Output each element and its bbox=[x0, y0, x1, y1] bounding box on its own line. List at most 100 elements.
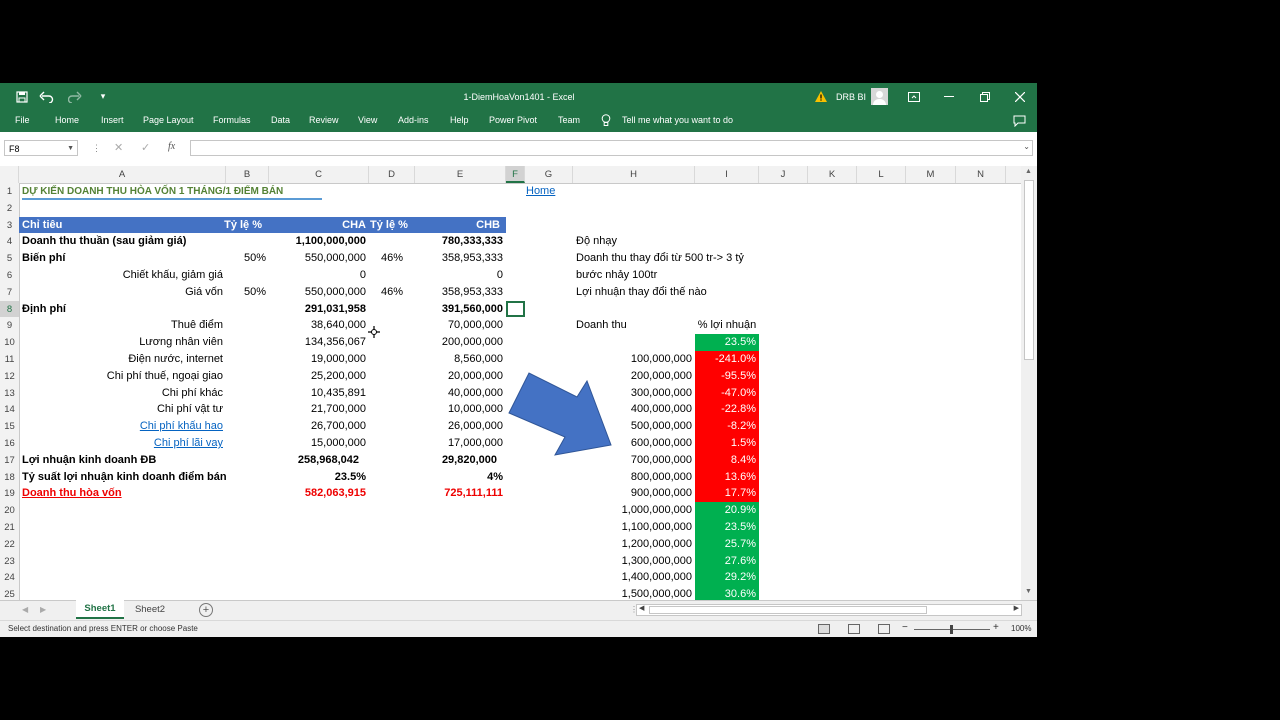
page-break-view-icon[interactable] bbox=[878, 624, 890, 634]
zoom-out-icon[interactable]: − bbox=[902, 622, 908, 633]
column-header[interactable]: K bbox=[808, 166, 857, 183]
tab-data[interactable]: Data bbox=[271, 110, 290, 132]
sens-revenue[interactable] bbox=[573, 334, 695, 351]
tab-add-ins[interactable]: Add-ins bbox=[398, 110, 429, 132]
user-name[interactable]: DRB BI bbox=[834, 83, 868, 110]
undo-icon[interactable] bbox=[36, 83, 58, 110]
arrow-shape[interactable] bbox=[507, 371, 617, 457]
row-header[interactable]: 9 bbox=[0, 317, 19, 334]
row-header[interactable]: 20 bbox=[0, 502, 19, 519]
row-header[interactable]: 17 bbox=[0, 452, 19, 469]
redo-icon[interactable] bbox=[66, 83, 84, 110]
column-header[interactable]: G bbox=[525, 166, 573, 183]
label-doanh-thu-hoa-von[interactable]: Doanh thu hòa vốn bbox=[22, 485, 222, 502]
value-cha[interactable]: 258,968,042 bbox=[269, 452, 362, 469]
row-header[interactable]: 7 bbox=[0, 284, 19, 301]
warning-icon[interactable] bbox=[814, 83, 828, 110]
sens-revenue[interactable]: 1,200,000,000 bbox=[573, 536, 695, 553]
value-cha[interactable]: 291,031,958 bbox=[269, 301, 369, 318]
select-all-corner[interactable] bbox=[0, 166, 19, 183]
value-cha[interactable]: 19,000,000 bbox=[269, 351, 369, 368]
tab-insert[interactable]: Insert bbox=[101, 110, 124, 132]
column-header[interactable]: M bbox=[906, 166, 956, 183]
value-chb[interactable]: 8,560,000 bbox=[415, 351, 506, 368]
label-dien-nuoc[interactable]: Điện nước, internet bbox=[19, 351, 226, 368]
value-chb[interactable]: 200,000,000 bbox=[415, 334, 506, 351]
minimize-icon[interactable] bbox=[938, 83, 960, 110]
sheet-title[interactable]: DỰ KIẾN DOANH THU HÒA VỐN 1 THÁNG/1 ĐIỂM… bbox=[22, 183, 322, 200]
label-dinh-phi[interactable]: Định phí bbox=[22, 301, 222, 318]
customize-toolbar-icon[interactable]: ▾ bbox=[96, 83, 110, 110]
tab-home[interactable]: Home bbox=[55, 110, 79, 132]
label-thue-ngoai-giao[interactable]: Chi phí thuế, ngoại giao bbox=[19, 368, 226, 385]
column-header[interactable]: C bbox=[269, 166, 369, 183]
formula-input[interactable]: ⌄ bbox=[190, 140, 1033, 156]
chevron-down-icon[interactable]: ▼ bbox=[67, 141, 74, 157]
value-chb[interactable]: 10,000,000 bbox=[415, 401, 506, 418]
lightbulb-icon[interactable] bbox=[601, 114, 611, 128]
value-cha[interactable]: 0 bbox=[269, 267, 369, 284]
value-chb[interactable]: 358,953,333 bbox=[415, 250, 506, 267]
add-sheet-icon[interactable]: + bbox=[199, 603, 213, 617]
sens-profit[interactable]: -8.2% bbox=[695, 418, 759, 435]
value-chb[interactable]: 0 bbox=[415, 267, 506, 284]
restore-icon[interactable] bbox=[974, 83, 996, 110]
row-header[interactable]: 5 bbox=[0, 250, 19, 267]
sens-revenue[interactable]: 100,000,000 bbox=[573, 351, 695, 368]
home-link[interactable]: Home bbox=[526, 183, 574, 200]
sens-profit[interactable]: 17.7% bbox=[695, 485, 759, 503]
value-chb[interactable]: 17,000,000 bbox=[415, 435, 506, 452]
sens-profit[interactable]: -47.0% bbox=[695, 384, 759, 402]
row-header[interactable]: 10 bbox=[0, 334, 19, 351]
value-chb[interactable]: 725,111,111 bbox=[415, 485, 506, 502]
column-header-selected[interactable]: F bbox=[506, 166, 525, 183]
row-header[interactable]: 18 bbox=[0, 469, 19, 486]
zoom-slider[interactable] bbox=[914, 625, 990, 634]
active-cell-F8[interactable] bbox=[506, 300, 525, 318]
label-gia-von[interactable]: Giá vốn bbox=[19, 284, 226, 301]
value-cha[interactable]: 23.5% bbox=[269, 469, 369, 486]
label-chiet-khau[interactable]: Chiết khấu, giảm giá bbox=[19, 267, 226, 284]
worksheet-grid[interactable]: DỰ KIẾN DOANH THU HÒA VỐN 1 THÁNG/1 ĐIỂM… bbox=[19, 183, 1021, 600]
expand-formula-icon[interactable]: ⌄ bbox=[1023, 142, 1030, 151]
value-cha[interactable]: 582,063,915 bbox=[269, 485, 369, 502]
horizontal-scrollbar[interactable]: ◀ ▶ bbox=[636, 604, 1022, 616]
value-cha[interactable]: 134,356,067 bbox=[269, 334, 369, 351]
value-cha[interactable]: 25,200,000 bbox=[269, 368, 369, 385]
sens-profit[interactable]: 27.6% bbox=[695, 552, 759, 570]
tab-power-pivot[interactable]: Power Pivot bbox=[489, 110, 537, 132]
value-chb[interactable]: 780,333,333 bbox=[415, 233, 506, 250]
label-vat-tu[interactable]: Chi phí vật tư bbox=[19, 401, 226, 418]
page-layout-view-icon[interactable] bbox=[848, 624, 860, 634]
zoom-in-icon[interactable]: + bbox=[993, 622, 999, 633]
sens-header-loi-nhuan[interactable]: % lợi nhuận bbox=[695, 317, 759, 334]
row-header[interactable]: 24 bbox=[0, 569, 19, 586]
row-header[interactable]: 13 bbox=[0, 385, 19, 402]
save-icon[interactable] bbox=[14, 83, 30, 110]
close-icon[interactable] bbox=[1010, 83, 1030, 110]
label-bien-phi[interactable]: Biến phí bbox=[22, 250, 222, 267]
label-ty-suat[interactable]: Tỷ suất lợi nhuận kinh doanh điểm bán bbox=[22, 469, 262, 486]
label-khau-hao-link[interactable]: Chi phí khấu hao bbox=[19, 418, 226, 435]
tab-file[interactable]: File bbox=[15, 110, 30, 132]
sheet-tab-active[interactable]: Sheet1 bbox=[76, 600, 124, 619]
sheet-tab[interactable]: Sheet2 bbox=[126, 601, 174, 619]
tab-view[interactable]: View bbox=[358, 110, 377, 132]
sens-profit[interactable]: 23.5% bbox=[695, 519, 759, 536]
header-cha[interactable]: CHA bbox=[269, 217, 369, 234]
zoom-slider-thumb[interactable] bbox=[950, 625, 953, 634]
header-chi-tieu[interactable]: Chỉ tiêu bbox=[22, 217, 222, 234]
scroll-down-icon[interactable]: ▼ bbox=[1025, 588, 1032, 595]
label-lai-vay-link[interactable]: Chi phí lãi vay bbox=[19, 435, 226, 452]
sens-revenue[interactable]: 800,000,000 bbox=[573, 469, 695, 486]
column-header[interactable]: B bbox=[226, 166, 269, 183]
row-header[interactable]: 14 bbox=[0, 401, 19, 418]
value-ty-le-b[interactable]: 50% bbox=[226, 284, 269, 301]
sens-revenue[interactable]: 1,000,000,000 bbox=[573, 502, 695, 519]
value-chb[interactable]: 358,953,333 bbox=[415, 284, 506, 301]
column-header[interactable]: H bbox=[573, 166, 695, 183]
row-header[interactable]: 22 bbox=[0, 536, 19, 553]
sens-profit[interactable]: -241.0% bbox=[695, 351, 759, 368]
value-ty-le-b[interactable]: 50% bbox=[226, 250, 269, 267]
name-box[interactable]: F8 ▼ bbox=[4, 140, 78, 156]
